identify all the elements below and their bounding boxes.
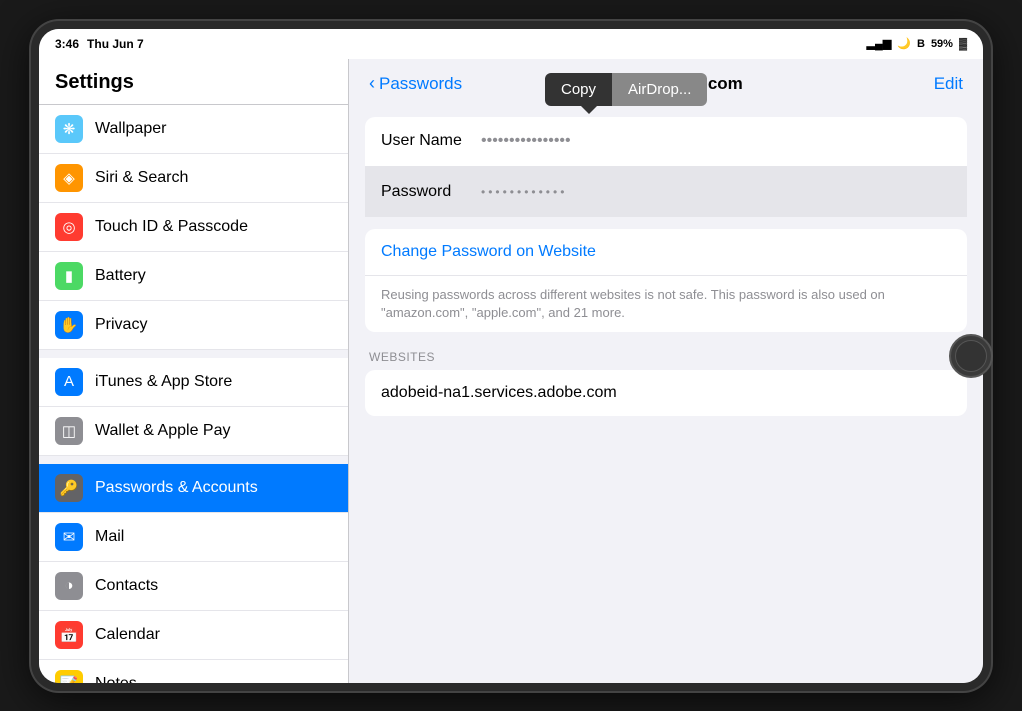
username-value: •••••••••••••••• <box>481 132 951 150</box>
back-button[interactable]: ‹ Passwords <box>369 73 462 94</box>
passwords-icon: 🔑 <box>55 474 83 502</box>
sidebar-section: ❋ Wallpaper ◈ Siri & Search ◎ Touch ID & Pass… <box>39 105 348 683</box>
warning-text: Reusing passwords across different websi… <box>365 276 967 332</box>
sidebar: Settings ❋ Wallpaper ◈ Siri & Search ◎ Touch … <box>39 59 349 683</box>
back-chevron-icon: ‹ <box>369 73 375 94</box>
sidebar-title: Settings <box>39 59 348 105</box>
copy-tooltip: Copy AirDrop... <box>545 73 707 106</box>
sidebar-item-contacts[interactable]: ◑ Contacts <box>39 562 348 611</box>
sidebar-label-siri-search: Siri & Search <box>95 169 188 187</box>
sidebar-item-passwords[interactable]: 🔑 Passwords & Accounts <box>39 456 348 513</box>
status-time: 3:46 <box>55 37 79 51</box>
copy-button[interactable]: Copy <box>545 73 612 106</box>
sidebar-item-wallet[interactable]: ◫ Wallet & Apple Pay <box>39 407 348 456</box>
home-button[interactable] <box>949 334 993 378</box>
sidebar-item-notes[interactable]: 📝 Notes <box>39 660 348 683</box>
content-area: ‹ Passwords adobe.com Edit User Name •••… <box>349 59 983 683</box>
airdrop-button[interactable]: AirDrop... <box>612 73 707 106</box>
sidebar-item-battery[interactable]: ▮ Battery <box>39 252 348 301</box>
contacts-icon: ◑ <box>55 572 83 600</box>
mail-icon: ✉ <box>55 523 83 551</box>
websites-list: adobeid-na1.services.adobe.com <box>365 370 967 416</box>
home-button-inner <box>955 340 987 372</box>
sidebar-item-wallpaper[interactable]: ❋ Wallpaper <box>39 105 348 154</box>
itunes-icon: A <box>55 368 83 396</box>
status-right: ▂▄▆ 🌙 B 59% ▓ <box>867 37 967 50</box>
sidebar-item-itunes[interactable]: AiTunes & App Store <box>39 350 348 407</box>
username-label: User Name <box>381 132 481 150</box>
password-label: Password <box>381 183 481 201</box>
battery-icon: ▓ <box>959 38 967 50</box>
sidebar-label-touch-id: Touch ID & Passcode <box>95 218 248 236</box>
sidebar-label-battery: Battery <box>95 267 146 285</box>
password-value: •••••••••••• <box>481 185 951 199</box>
websites-header: WEBSITES <box>365 344 967 370</box>
status-left: 3:46 Thu Jun 7 <box>55 37 144 51</box>
password-row[interactable]: Password •••••••••••• <box>365 167 967 217</box>
screen: 3:46 Thu Jun 7 ▂▄▆ 🌙 B 59% ▓ Settings ❋ W… <box>39 29 983 683</box>
sidebar-item-touch-id[interactable]: ◎ Touch ID & Passcode <box>39 203 348 252</box>
sidebar-item-calendar[interactable]: 📅 Calendar <box>39 611 348 660</box>
credentials-form: User Name •••••••••••••••• Copy AirDrop.… <box>365 117 967 217</box>
sidebar-item-mail[interactable]: ✉ Mail <box>39 513 348 562</box>
battery-percent: 59% <box>931 38 953 50</box>
sidebar-label-mail: Mail <box>95 528 124 546</box>
sidebar-label-passwords: Passwords & Accounts <box>95 479 258 497</box>
back-label: Passwords <box>379 74 462 94</box>
tooltip-arrow <box>581 106 597 114</box>
moon-icon: 🌙 <box>897 37 911 50</box>
wallpaper-icon: ❋ <box>55 115 83 143</box>
touch-id-icon: ◎ <box>55 213 83 241</box>
sidebar-label-wallpaper: Wallpaper <box>95 120 166 138</box>
sidebar-label-calendar: Calendar <box>95 626 160 644</box>
sidebar-label-itunes: iTunes & App Store <box>95 373 232 391</box>
sidebar-label-notes: Notes <box>95 675 137 683</box>
website-row[interactable]: adobeid-na1.services.adobe.com <box>365 370 967 416</box>
sidebar-item-privacy[interactable]: ✋ Privacy <box>39 301 348 350</box>
device-frame: 3:46 Thu Jun 7 ▂▄▆ 🌙 B 59% ▓ Settings ❋ W… <box>31 21 991 691</box>
bluetooth-icon: B <box>917 38 925 50</box>
privacy-icon: ✋ <box>55 311 83 339</box>
main-layout: Settings ❋ Wallpaper ◈ Siri & Search ◎ Touch … <box>39 59 983 683</box>
sidebar-label-wallet: Wallet & Apple Pay <box>95 422 230 440</box>
siri-search-icon: ◈ <box>55 164 83 192</box>
username-row[interactable]: User Name •••••••••••••••• Copy AirDrop.… <box>365 117 967 167</box>
notes-icon: 📝 <box>55 670 83 683</box>
sidebar-label-contacts: Contacts <box>95 577 158 595</box>
calendar-icon: 📅 <box>55 621 83 649</box>
edit-button[interactable]: Edit <box>934 74 963 94</box>
sidebar-item-siri-search[interactable]: ◈ Siri & Search <box>39 154 348 203</box>
websites-section: WEBSITES adobeid-na1.services.adobe.com <box>365 344 967 416</box>
battery-icon: ▮ <box>55 262 83 290</box>
wifi-icon: ▂▄▆ <box>867 37 892 50</box>
status-date: Thu Jun 7 <box>87 37 144 51</box>
change-password-link[interactable]: Change Password on Website <box>365 229 967 276</box>
wallet-icon: ◫ <box>55 417 83 445</box>
sidebar-label-privacy: Privacy <box>95 316 147 334</box>
link-section: Change Password on Website Reusing passw… <box>365 229 967 332</box>
status-bar: 3:46 Thu Jun 7 ▂▄▆ 🌙 B 59% ▓ <box>39 29 983 59</box>
